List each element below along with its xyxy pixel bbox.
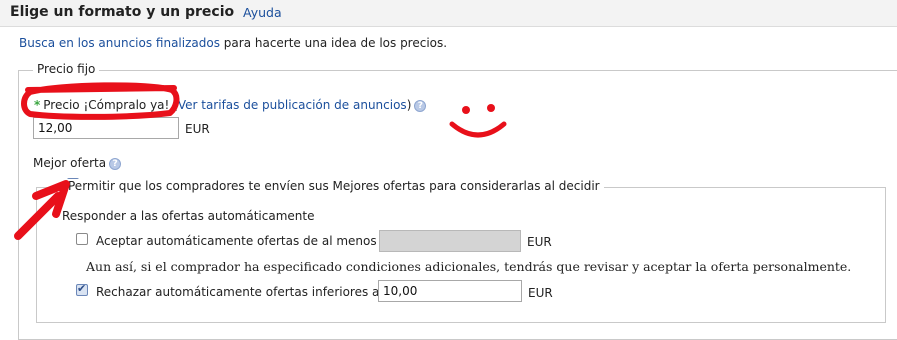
- auto-decline-checkbox[interactable]: [76, 282, 88, 296]
- page-header: Elige un formato y un precio Ayuda: [0, 0, 897, 27]
- auto-accept-note: Aun así, si el comprador ha especificado…: [86, 259, 852, 274]
- buy-it-now-label: Precio ¡Cómpralo ya!: [43, 98, 170, 112]
- price-label-row: * Precio ¡Cómpralo ya! (Ver tarifas de pu…: [34, 98, 427, 112]
- price-currency: EUR: [185, 122, 210, 136]
- auto-accept-currency: EUR: [527, 235, 552, 249]
- intro-text: Busca en los anuncios finalizados para h…: [19, 36, 447, 50]
- paren-open: (: [169, 98, 178, 112]
- fixed-price-legend: Precio fijo: [33, 62, 100, 76]
- required-star: *: [34, 98, 41, 112]
- best-offer-fieldset: [36, 187, 886, 323]
- completed-listings-link[interactable]: Busca en los anuncios finalizados: [19, 36, 220, 50]
- auto-decline-label: Rechazar automáticamente ofertas inferio…: [96, 285, 380, 299]
- best-offer-label: Mejor oferta: [33, 156, 107, 170]
- intro-rest-text: para hacerte una idea de los precios.: [219, 36, 448, 50]
- auto-accept-input[interactable]: [379, 230, 521, 252]
- best-offer-label-row: Mejor oferta?: [33, 156, 122, 170]
- auto-decline-currency: EUR: [528, 286, 553, 300]
- auto-respond-heading: Responder a las ofertas automáticamente: [62, 209, 315, 223]
- fees-link[interactable]: Ver tarifas de publicación de anuncios: [178, 98, 407, 112]
- price-input[interactable]: [33, 117, 179, 139]
- allow-best-offer-label: Permitir que los compradores te envíen s…: [64, 179, 604, 193]
- auto-accept-checkbox[interactable]: [76, 233, 88, 245]
- help-question-icon[interactable]: ?: [414, 99, 427, 112]
- page-title: Elige un formato y un precio: [10, 4, 235, 20]
- auto-decline-input[interactable]: [378, 280, 522, 302]
- auto-accept-label: Aceptar automáticamente ofertas de al me…: [96, 234, 377, 248]
- help-link[interactable]: Ayuda: [243, 5, 282, 20]
- paren-close: ): [406, 98, 412, 112]
- help-question-icon[interactable]: ?: [109, 157, 122, 170]
